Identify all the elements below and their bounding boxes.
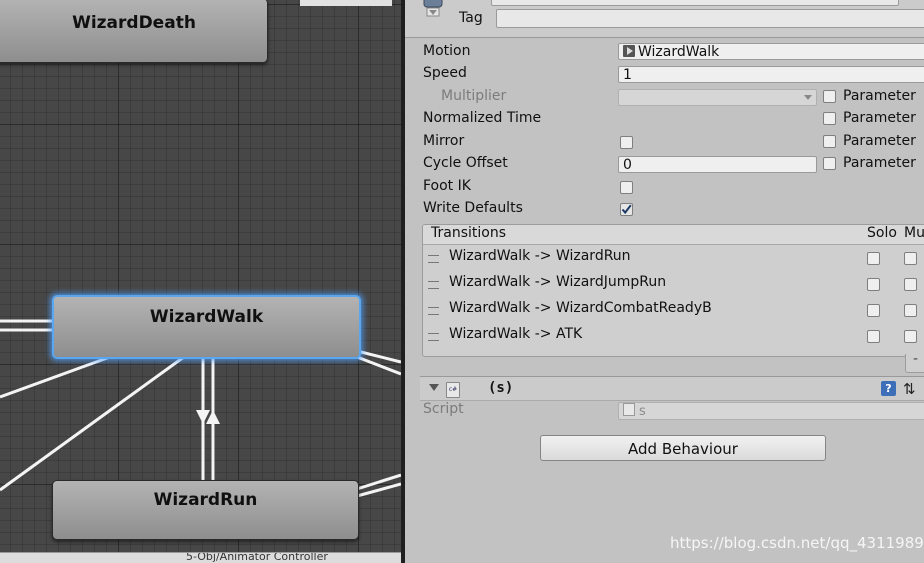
parameter-checkbox[interactable] [823,135,836,148]
animator-state-icon [423,0,443,17]
solo-checkbox[interactable] [867,304,880,317]
inspector-panel: Tag Motion WizardWalk Speed 1 Multiplier… [405,0,924,563]
script-label: Script [423,401,464,417]
transition-label: WizardWalk -> WizardJumpRun [449,274,667,290]
mute-column-header: Mu [904,225,924,241]
parameter-checkbox[interactable] [823,157,836,170]
add-behaviour-button[interactable]: Add Behaviour [540,435,826,461]
normalized-time-label: Normalized Time [423,110,542,126]
mirror-checkbox[interactable] [620,136,633,149]
graph-status-text: 5-Obj/Animator Controller [186,552,328,563]
parameter-checkbox[interactable] [823,90,836,103]
watermark-text: https://blog.csdn.net/qq_43119892 [670,534,924,552]
state-node-wizard-walk[interactable]: WizardWalk [52,295,361,359]
settings-icon[interactable]: ⇅ [903,380,916,398]
write-defaults-checkbox[interactable] [620,203,633,216]
write-defaults-label: Write Defaults [423,200,523,216]
motion-field[interactable]: WizardWalk [618,43,924,60]
checkmark-icon [621,204,632,215]
drag-handle-icon[interactable] [428,333,439,341]
foot-ik-checkbox[interactable] [620,181,633,194]
mute-checkbox[interactable] [904,252,917,265]
transition-row[interactable]: WizardWalk -> WizardRun [423,245,924,271]
parameter-checkbox[interactable] [823,112,836,125]
transition-label: WizardWalk -> ATK [449,326,583,342]
mute-checkbox[interactable] [904,330,917,343]
mute-checkbox[interactable] [904,278,917,291]
solo-checkbox[interactable] [867,330,880,343]
state-node-label: WizardWalk [149,307,264,327]
transitions-title: Transitions [431,225,506,241]
script-field: s [618,402,924,420]
solo-column-header: Solo [867,225,897,241]
tag-label: Tag [459,10,483,26]
tag-field[interactable] [496,9,924,28]
transition-line [0,352,189,492]
inspector-header: Tag [405,0,924,38]
mute-checkbox[interactable] [904,304,917,317]
mirror-label: Mirror [423,133,465,149]
state-node-label: WizardDeath [72,13,196,33]
drag-handle-icon[interactable] [428,281,439,289]
transitions-list: Transitions Solo Mu WizardWalk -> Wizard… [422,224,924,357]
parameter-label: Parameter [843,88,916,104]
solo-checkbox[interactable] [867,278,880,291]
foldout-arrow-icon[interactable] [429,384,439,391]
cycle-offset-field[interactable]: 0 [618,156,817,173]
multiplier-dropdown [618,89,817,106]
remove-transition-label: - [913,351,919,367]
parameter-label: Parameter [843,133,916,149]
parameter-label: Parameter [843,155,916,171]
state-node-wizard-death[interactable]: WizardDeath [0,0,268,63]
help-icon[interactable]: ? [881,381,896,396]
transition-line [0,352,119,399]
drag-handle-icon[interactable] [428,255,439,263]
state-name-field[interactable] [491,0,899,6]
animation-clip-icon [623,45,635,57]
remove-transition-button[interactable]: - [905,351,924,373]
cycle-offset-label: Cycle Offset [423,155,508,171]
motion-label: Motion [423,43,471,59]
speed-label: Speed [423,65,467,81]
transition-lines [0,319,401,498]
script-icon: c# [446,382,460,398]
state-node-wizard-run[interactable]: WizardRun [52,480,359,540]
behaviour-header[interactable]: c# (s) ? ⇅ [420,377,924,401]
parameter-label: Parameter [843,110,916,126]
transition-label: WizardWalk -> WizardRun [449,248,631,264]
transition-row[interactable]: WizardWalk -> WizardJumpRun [423,271,924,297]
multiplier-label: Multiplier [441,88,507,104]
speed-field[interactable]: 1 [618,66,924,83]
graph-top-tab [300,0,392,6]
animator-graph[interactable]: WizardDeath WizardWalk WizardRun 5-Obj/A… [0,0,401,563]
behaviour-name: (s) [488,380,514,396]
transition-row[interactable]: WizardWalk -> ATK [423,323,924,349]
state-node-label: WizardRun [153,490,258,510]
transitions-header: Transitions Solo Mu [423,225,924,245]
transition-label: WizardWalk -> WizardCombatReadyB [449,300,712,316]
drag-handle-icon[interactable] [428,307,439,315]
foot-ik-label: Foot IK [423,178,471,194]
graph-status-bar: 5-Obj/Animator Controller [0,552,401,563]
script-value: s [639,404,646,419]
dropdown-arrow-icon [804,95,812,100]
solo-checkbox[interactable] [867,252,880,265]
transition-row[interactable]: WizardWalk -> WizardCombatReadyB [423,297,924,323]
motion-value: WizardWalk [638,44,720,60]
script-file-icon [623,403,635,416]
